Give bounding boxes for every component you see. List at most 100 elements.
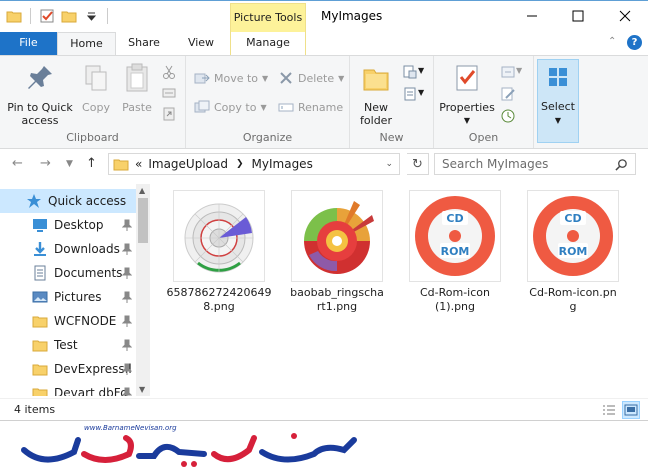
search-icon bbox=[615, 158, 627, 171]
nav-item[interactable]: Desktop bbox=[0, 213, 136, 237]
tab-file[interactable]: File bbox=[0, 32, 57, 55]
chevron-down-icon: ▼ bbox=[554, 116, 562, 125]
back-button[interactable]: ← bbox=[12, 156, 23, 171]
help-button[interactable]: ? bbox=[627, 35, 642, 50]
breadcrumb-overflow[interactable]: « bbox=[135, 157, 142, 171]
new-folder-button[interactable]: New folder bbox=[356, 62, 396, 127]
file-name-line2: g bbox=[569, 300, 577, 313]
nav-item[interactable]: WCFNODE bbox=[0, 309, 136, 333]
chevron-down-icon: ▼ bbox=[418, 66, 425, 75]
select-button[interactable]: Select ▼ bbox=[537, 59, 579, 143]
maximize-icon bbox=[572, 10, 584, 22]
open-icon[interactable] bbox=[500, 64, 516, 80]
new-item-icon[interactable] bbox=[402, 64, 418, 80]
delete-icon bbox=[280, 72, 292, 84]
properties-icon[interactable] bbox=[39, 8, 55, 24]
tab-home[interactable]: Home bbox=[57, 32, 116, 56]
sunburst-gray-thumbnail bbox=[184, 203, 254, 273]
chevron-down-icon[interactable]: ⌄ bbox=[385, 159, 393, 169]
copy-to-button[interactable]: Copy to ▼ bbox=[194, 99, 267, 115]
tab-manage[interactable]: Manage bbox=[230, 32, 306, 55]
chevron-right-icon[interactable]: ❯ bbox=[236, 159, 244, 169]
scroll-up-icon[interactable]: ▲ bbox=[139, 186, 145, 195]
minimize-button[interactable] bbox=[509, 1, 555, 31]
file-item[interactable]: 658786272420649 8.png bbox=[166, 190, 272, 314]
cut-icon[interactable] bbox=[161, 64, 177, 80]
nav-item[interactable]: DevExpress.l bbox=[0, 357, 136, 381]
address-bar[interactable]: « ImageUpload ❯ MyImages ⌄ bbox=[108, 153, 400, 175]
new-folder-icon bbox=[363, 69, 389, 91]
pin-icon[interactable] bbox=[122, 387, 132, 396]
nav-item[interactable]: Documents bbox=[0, 261, 136, 285]
customize-dropdown-icon[interactable] bbox=[83, 8, 99, 24]
history-icon[interactable] bbox=[500, 108, 516, 124]
pin-icon[interactable] bbox=[122, 363, 132, 375]
cd-label-bottom: ROM bbox=[559, 245, 588, 258]
nav-scrollbar[interactable]: ▲ ▼ bbox=[136, 184, 150, 396]
cd-label-bottom: ROM bbox=[441, 245, 470, 258]
new-folder-icon[interactable] bbox=[61, 8, 77, 24]
nav-item[interactable]: Downloads bbox=[0, 237, 136, 261]
file-item[interactable]: baobab_ringscha rt1.png bbox=[284, 190, 390, 314]
rename-button[interactable]: Rename bbox=[278, 99, 343, 115]
pin-icon[interactable] bbox=[122, 243, 132, 255]
breadcrumb-myimages[interactable]: MyImages bbox=[252, 157, 313, 171]
large-icons-view-icon bbox=[624, 404, 638, 416]
organize-group-label: Organize bbox=[242, 131, 293, 144]
pin-label: Pin to Quick access bbox=[7, 101, 73, 127]
refresh-button[interactable]: ↻ bbox=[407, 153, 429, 175]
properties-button[interactable]: Properties ▼ bbox=[438, 62, 496, 127]
nav-item[interactable]: Devart dbFo bbox=[0, 381, 136, 396]
breadcrumb-imageupload[interactable]: ImageUpload bbox=[148, 157, 228, 171]
move-to-icon bbox=[194, 73, 210, 84]
copy-button[interactable]: Copy bbox=[78, 62, 114, 114]
maximize-button[interactable] bbox=[555, 1, 601, 31]
file-item[interactable]: CD ROM Cd-Rom-icon.pn g bbox=[520, 190, 626, 314]
nav-item[interactable]: Pictures bbox=[0, 285, 136, 309]
easy-access-icon[interactable] bbox=[402, 86, 418, 102]
pin-icon[interactable] bbox=[122, 219, 132, 231]
file-name-line1: Cd-Rom-icon.pn bbox=[529, 286, 617, 299]
pin-icon[interactable] bbox=[122, 339, 132, 351]
tab-share[interactable]: Share bbox=[120, 32, 168, 55]
delete-label: Delete bbox=[298, 71, 335, 85]
folder-icon bbox=[32, 388, 48, 396]
nav-item-label: Desktop bbox=[54, 218, 104, 232]
file-name-line2: (1).png bbox=[434, 300, 475, 313]
scroll-thumb[interactable] bbox=[138, 198, 148, 243]
move-to-button[interactable]: Move to ▼ bbox=[194, 70, 268, 86]
pin-icon[interactable] bbox=[122, 315, 132, 327]
nav-item[interactable]: Quick access bbox=[0, 189, 136, 213]
recent-locations-button[interactable]: ▼ bbox=[66, 159, 73, 169]
paste-shortcut-icon[interactable] bbox=[161, 106, 177, 122]
select-label: Select bbox=[541, 100, 575, 113]
details-view-button[interactable] bbox=[600, 401, 618, 419]
tab-view[interactable]: View bbox=[178, 32, 224, 55]
copy-to-icon bbox=[194, 100, 210, 113]
delete-button[interactable]: Delete ▼ bbox=[278, 70, 344, 86]
ribbon: Pin to Quick access Copy Paste Clipboard… bbox=[0, 55, 648, 149]
search-input[interactable]: Search MyImages bbox=[434, 153, 636, 175]
title-bar: Picture Tools MyImages bbox=[0, 0, 648, 33]
arrow-up-icon: ↑ bbox=[86, 156, 97, 171]
large-icons-view-button[interactable] bbox=[622, 401, 640, 419]
scroll-down-icon[interactable]: ▼ bbox=[139, 385, 145, 394]
pin-to-quick-access-button[interactable]: Pin to Quick access bbox=[4, 62, 76, 127]
cd-label-top: CD bbox=[564, 212, 581, 225]
nav-item[interactable]: Test bbox=[0, 333, 136, 357]
up-button[interactable]: ↑ bbox=[86, 156, 97, 171]
edit-icon[interactable] bbox=[500, 86, 516, 102]
pin-icon[interactable] bbox=[122, 267, 132, 279]
pin-icon[interactable] bbox=[122, 291, 132, 303]
move-to-label: Move to bbox=[214, 71, 259, 85]
nav-item-label: Documents bbox=[54, 266, 123, 280]
sunburst-color-thumbnail bbox=[304, 201, 374, 274]
forward-button[interactable]: → bbox=[40, 156, 51, 171]
folder-icon bbox=[6, 11, 22, 23]
collapse-ribbon-icon[interactable]: ⌃ bbox=[608, 36, 616, 47]
file-item[interactable]: CD ROM Cd-Rom-icon (1).png bbox=[402, 190, 508, 314]
copy-path-icon[interactable] bbox=[161, 85, 177, 101]
close-button[interactable] bbox=[602, 1, 648, 31]
file-thumbnail: CD ROM bbox=[527, 190, 619, 282]
paste-button[interactable]: Paste bbox=[118, 62, 156, 114]
